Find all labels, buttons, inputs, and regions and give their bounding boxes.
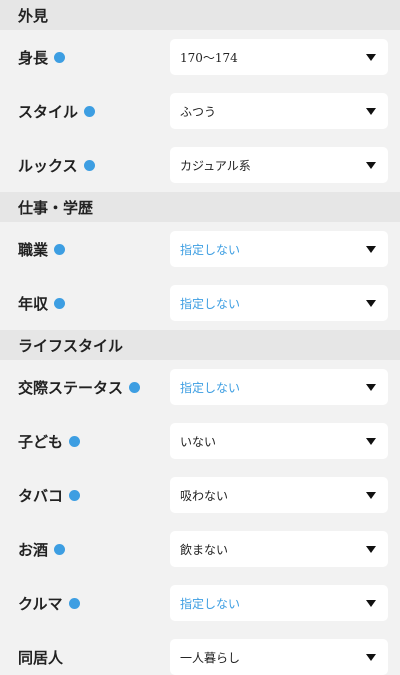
- filter-label-wrap: スタイル: [18, 101, 170, 122]
- filter-row: 年収 指定しない: [0, 276, 400, 330]
- filter-row: 身長 170〜174: [0, 30, 400, 84]
- filter-select[interactable]: 指定しない: [170, 285, 388, 321]
- info-dot-icon[interactable]: [68, 597, 80, 609]
- caret-down-icon: [366, 245, 376, 253]
- section-header: ライフスタイル: [0, 330, 400, 360]
- select-value: 吸わない: [180, 488, 229, 503]
- caret-down-icon: [366, 299, 376, 307]
- filter-row: お酒 飲まない: [0, 522, 400, 576]
- filter-label: 交際ステータス: [18, 378, 124, 397]
- filter-select[interactable]: 飲まない: [170, 531, 388, 567]
- caret-down-icon: [366, 383, 376, 391]
- select-value: ふつう: [180, 104, 217, 119]
- info-dot-icon[interactable]: [54, 243, 66, 255]
- filter-label-wrap: タバコ: [18, 485, 170, 506]
- caret-down-icon: [366, 53, 376, 61]
- filter-select[interactable]: 170〜174: [170, 39, 388, 75]
- select-value: 一人暮らし: [180, 650, 241, 665]
- search-filter-form: 外見 身長 170〜174 スタイル ふつう ルックス カジュアル系 仕事・学歴 職業 指定しない…: [0, 0, 400, 675]
- filter-row: 子ども いない: [0, 414, 400, 468]
- caret-down-icon: [366, 599, 376, 607]
- filter-label: 同居人: [18, 648, 64, 667]
- filter-select[interactable]: いない: [170, 423, 388, 459]
- select-value: 指定しない: [180, 296, 241, 311]
- filter-select[interactable]: 指定しない: [170, 585, 388, 621]
- filter-select[interactable]: ふつう: [170, 93, 388, 129]
- select-value: 指定しない: [180, 596, 241, 611]
- filter-label-wrap: 身長: [18, 47, 170, 68]
- info-dot-icon[interactable]: [69, 435, 81, 447]
- caret-down-icon: [366, 491, 376, 499]
- info-dot-icon[interactable]: [69, 489, 81, 501]
- filter-label-wrap: お酒: [18, 539, 170, 560]
- filter-select[interactable]: 指定しない: [170, 231, 388, 267]
- select-value: カジュアル系: [180, 158, 251, 173]
- filter-label-wrap: 職業: [18, 239, 170, 260]
- filter-label-wrap: 交際ステータス: [18, 377, 170, 398]
- filter-label-wrap: 同居人: [18, 647, 170, 668]
- filter-row: 同居人 一人暮らし: [0, 630, 400, 675]
- filter-label: スタイル: [18, 102, 79, 121]
- filter-label: 身長: [18, 48, 49, 67]
- section-header: 外見: [0, 0, 400, 30]
- filter-row: スタイル ふつう: [0, 84, 400, 138]
- filter-row: クルマ 指定しない: [0, 576, 400, 630]
- filter-select[interactable]: 指定しない: [170, 369, 388, 405]
- filter-label: 年収: [18, 294, 49, 313]
- filter-row: タバコ 吸わない: [0, 468, 400, 522]
- info-dot-icon[interactable]: [84, 105, 96, 117]
- filter-label: タバコ: [18, 486, 64, 505]
- filter-label-wrap: クルマ: [18, 593, 170, 614]
- filter-label: クルマ: [18, 594, 63, 613]
- caret-down-icon: [366, 545, 376, 553]
- select-value: いない: [180, 434, 217, 449]
- filter-row: 交際ステータス 指定しない: [0, 360, 400, 414]
- filter-label-wrap: 年収: [18, 293, 170, 314]
- info-dot-icon[interactable]: [54, 543, 66, 555]
- caret-down-icon: [366, 653, 376, 661]
- filter-select[interactable]: カジュアル系: [170, 147, 388, 183]
- select-value: 指定しない: [180, 380, 241, 395]
- filter-select[interactable]: 一人暮らし: [170, 639, 388, 675]
- filter-label-wrap: ルックス: [18, 155, 170, 176]
- filter-row: 職業 指定しない: [0, 222, 400, 276]
- filter-select[interactable]: 吸わない: [170, 477, 388, 513]
- section-header: 仕事・学歴: [0, 192, 400, 222]
- info-dot-icon[interactable]: [54, 51, 66, 63]
- info-dot-icon[interactable]: [129, 381, 141, 393]
- select-value: 170〜174: [180, 50, 238, 65]
- filter-label: ルックス: [18, 156, 78, 175]
- caret-down-icon: [366, 437, 376, 445]
- filter-label: 子ども: [18, 432, 64, 451]
- filter-label-wrap: 子ども: [18, 431, 170, 452]
- filter-label: お酒: [18, 540, 49, 559]
- select-value: 飲まない: [180, 542, 229, 557]
- info-dot-icon[interactable]: [83, 159, 95, 171]
- filter-row: ルックス カジュアル系: [0, 138, 400, 192]
- select-value: 指定しない: [180, 242, 241, 257]
- caret-down-icon: [366, 107, 376, 115]
- info-dot-icon[interactable]: [54, 297, 66, 309]
- caret-down-icon: [366, 161, 376, 169]
- filter-label: 職業: [18, 240, 49, 259]
